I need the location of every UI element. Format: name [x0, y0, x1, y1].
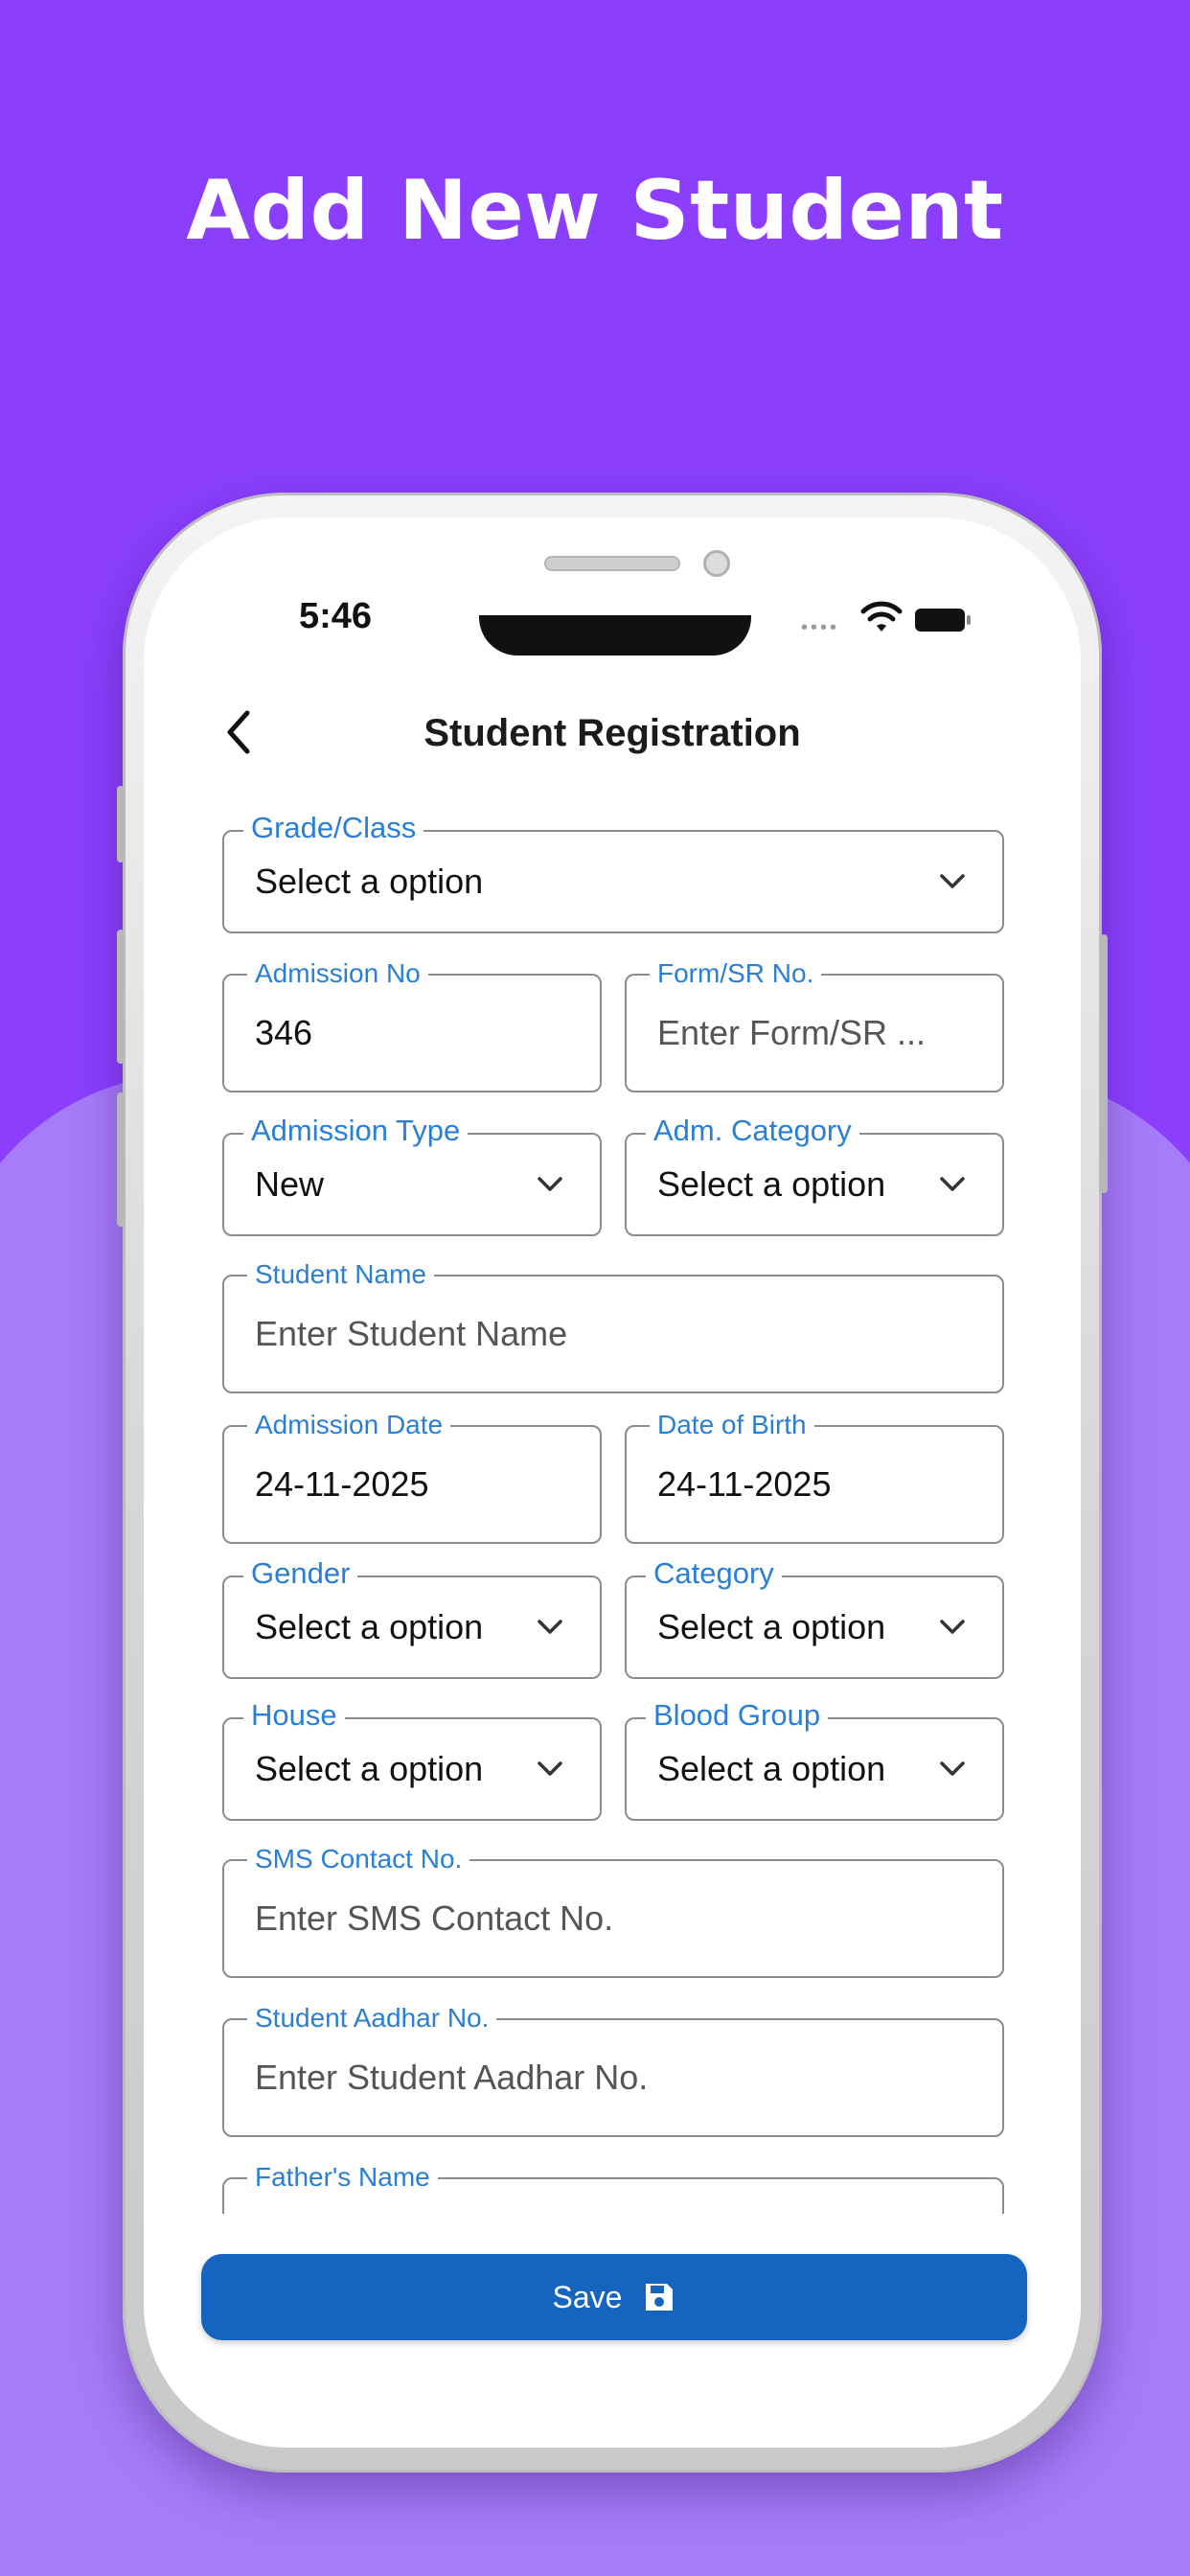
- chevron-down-icon: [940, 874, 965, 888]
- student-name-field[interactable]: Student Name Enter Student Name: [222, 1259, 1004, 1393]
- aadhar-field[interactable]: Student Aadhar No. Enter Student Aadhar …: [222, 2003, 1004, 2137]
- chevron-down-icon: [940, 1620, 965, 1634]
- gender-select[interactable]: Gender Select a option: [222, 1558, 602, 1679]
- floppy-disk-icon: [646, 2284, 674, 2311]
- save-button[interactable]: Save: [201, 2254, 1027, 2340]
- student-name-placeholder: Enter Student Name: [255, 1314, 568, 1353]
- father-name-label: Father's Name: [247, 2162, 438, 2193]
- page-title: Student Registration: [423, 712, 801, 754]
- phone-screen: 5:46 •••• Student Registration Grade/Cla…: [144, 518, 1081, 2448]
- admission-no-field[interactable]: Admission No 346: [222, 958, 602, 1092]
- mute-switch: [117, 786, 125, 862]
- volume-down-button: [117, 1092, 125, 1227]
- volume-up-button: [117, 930, 125, 1064]
- save-button-label: Save: [552, 2279, 623, 2314]
- grade-value: Select a option: [255, 862, 484, 901]
- grade-select[interactable]: Grade/Class Select a option: [222, 813, 1004, 933]
- wifi-icon: [860, 601, 903, 632]
- adm-category-select[interactable]: Adm. Category Select a option: [625, 1116, 1004, 1236]
- sms-contact-placeholder: Enter SMS Contact No.: [255, 1898, 614, 1938]
- form-sr-no-field[interactable]: Form/SR No. Enter Form/SR ...: [625, 958, 1004, 1092]
- power-button: [1100, 934, 1108, 1193]
- battery-icon: [915, 609, 971, 632]
- admission-date-field[interactable]: Admission Date 24-11-2025: [222, 1410, 602, 1544]
- aadhar-placeholder: Enter Student Aadhar No.: [255, 2058, 649, 2097]
- chevron-down-icon: [538, 1620, 562, 1634]
- speaker-grille: [544, 556, 680, 571]
- dob-field[interactable]: Date of Birth 24-11-2025: [625, 1410, 1004, 1544]
- category-value: Select a option: [657, 1607, 886, 1646]
- blood-group-value: Select a option: [657, 1749, 886, 1788]
- admission-date-value: 24-11-2025: [255, 1464, 429, 1504]
- dob-value: 24-11-2025: [657, 1464, 832, 1504]
- gender-value: Select a option: [255, 1607, 484, 1646]
- category-select[interactable]: Category Select a option: [625, 1558, 1004, 1679]
- chevron-down-icon: [538, 1177, 562, 1191]
- house-value: Select a option: [255, 1749, 484, 1788]
- form-sr-no-placeholder: Enter Form/SR ...: [657, 1013, 927, 1052]
- chevron-down-icon: [538, 1761, 562, 1776]
- adm-category-value: Select a option: [657, 1164, 886, 1204]
- chevron-down-icon: [940, 1761, 965, 1776]
- promo-headline: Add New Student: [186, 163, 1004, 259]
- sms-contact-field[interactable]: SMS Contact No. Enter SMS Contact No.: [222, 1844, 1004, 1978]
- house-select[interactable]: House Select a option: [222, 1700, 602, 1821]
- notch: [479, 615, 751, 656]
- admission-type-select[interactable]: Admission Type New: [222, 1116, 602, 1236]
- admission-type-value: New: [255, 1164, 325, 1204]
- admission-no-value: 346: [255, 1013, 313, 1052]
- status-time: 5:46: [299, 596, 373, 636]
- signal-dots-icon: ••••: [801, 617, 840, 638]
- camera-icon: [703, 550, 730, 577]
- chevron-down-icon: [940, 1177, 965, 1191]
- blood-group-select[interactable]: Blood Group Select a option: [625, 1700, 1004, 1821]
- status-icons: ••••: [801, 600, 983, 638]
